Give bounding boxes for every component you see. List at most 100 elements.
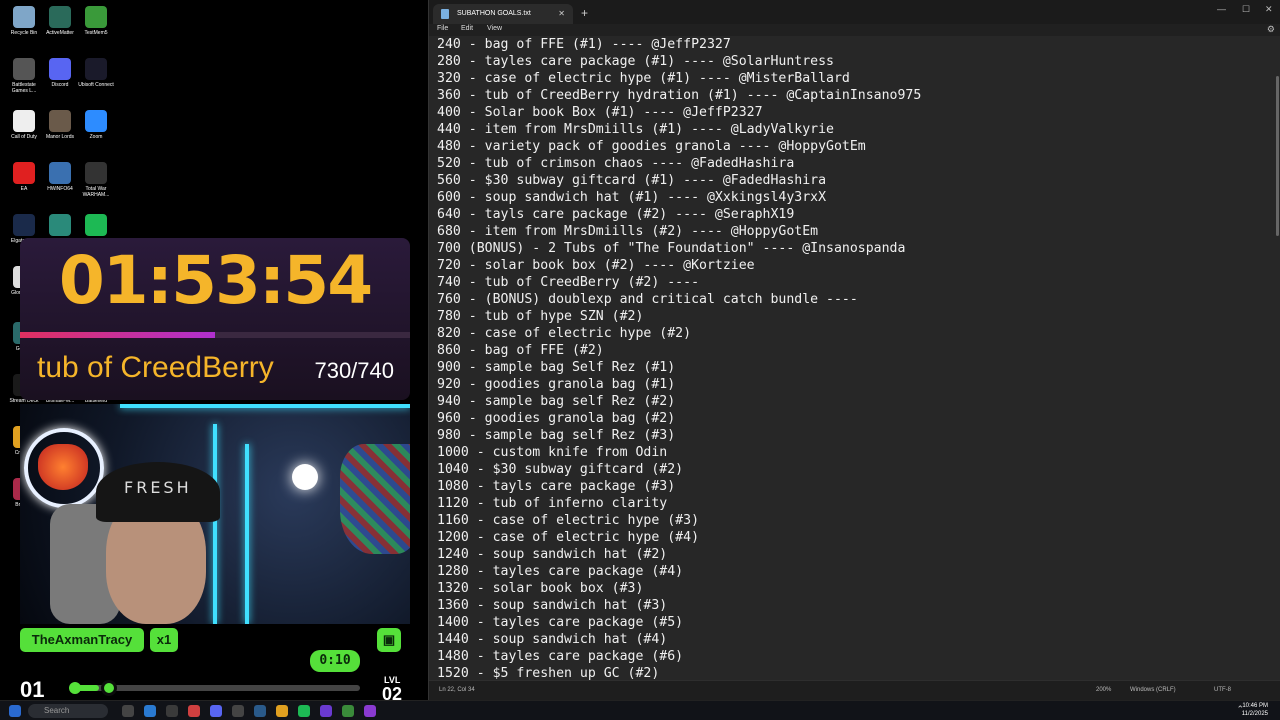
app-icon: [85, 58, 107, 80]
text-line: 1040 - $30 subway giftcard (#2): [437, 462, 684, 477]
desktop-icon-label: Ubisoft Connect: [78, 82, 114, 88]
desktop-icon[interactable]: Call of Duty: [4, 110, 44, 140]
desktop-icon-label: EA: [20, 186, 28, 192]
lamp: [292, 464, 318, 490]
taskbar-app[interactable]: [232, 705, 244, 717]
tab-close-icon[interactable]: ✕: [558, 4, 565, 24]
desktop-icon[interactable]: Discord: [40, 58, 80, 88]
clock[interactable]: 10:46 PM 11/2/2025: [1242, 702, 1268, 718]
desktop-icon-label: Battlestate Games L...: [11, 82, 37, 94]
text-line: 1320 - solar book box (#3): [437, 581, 644, 596]
text-line: 1000 - custom knife from Odin: [437, 445, 668, 460]
desktop-icon[interactable]: HWiNFO64: [40, 162, 80, 192]
text-line: 900 - sample bag Self Rez (#1): [437, 360, 676, 375]
taskbar-app[interactable]: [166, 705, 178, 717]
close-button[interactable]: ✕: [1265, 4, 1273, 15]
widget-timer: 0:10: [310, 650, 360, 672]
desktop-icon[interactable]: Battlestate Games L...: [4, 58, 44, 94]
menu-bar: File Edit View ⚙: [429, 24, 1280, 36]
taskbar-app[interactable]: [276, 705, 288, 717]
patch-wall: [340, 444, 410, 554]
title-bar: SUBATHON GOALS.txt ✕ + — ☐ ✕: [429, 0, 1280, 24]
username-tag: TheAxmanTracy: [20, 628, 144, 652]
level-progress: [69, 680, 360, 696]
goal-progress-fill: [20, 332, 215, 338]
taskbar: Search ⌃ 10:46 PM 11/2/2025: [0, 700, 1280, 720]
text-line: 1080 - tayls care package (#3): [437, 479, 676, 494]
text-line: 780 - tub of hype SZN (#2): [437, 309, 644, 324]
desktop-icon-label: HWiNFO64: [47, 186, 73, 192]
text-line: 320 - case of electric hype (#1) ---- @M…: [437, 71, 850, 86]
text-line: 600 - soup sandwich hat (#1) ---- @Xxkin…: [437, 190, 827, 205]
app-icon: [13, 58, 35, 80]
app-icon: [49, 162, 71, 184]
text-line: 1480 - tayles care package (#6): [437, 649, 684, 664]
menu-view[interactable]: View: [487, 25, 502, 32]
text-line: 680 - item from MrsDmiills (#2) ---- @Ho…: [437, 224, 819, 239]
desktop-icon[interactable]: ActiveMatter: [40, 6, 80, 36]
new-tab-button[interactable]: +: [581, 6, 588, 20]
text-line: 920 - goodies granola bag (#1): [437, 377, 676, 392]
phoenix-logo-icon: [38, 444, 88, 490]
neon-light: [120, 404, 410, 408]
desktop-icon[interactable]: Recycle Bin: [4, 6, 44, 36]
text-line: 720 - solar book box (#2) ---- @Kortziee: [437, 258, 755, 273]
text-line: 360 - tub of CreedBerry hydration (#1) -…: [437, 88, 922, 103]
text-line: 760 - (BONUS) doublexp and critical catc…: [437, 292, 858, 307]
taskbar-app[interactable]: [364, 705, 376, 717]
taskbar-search[interactable]: Search: [28, 704, 108, 718]
desktop-icon[interactable]: TestMem5: [76, 6, 116, 36]
menu-file[interactable]: File: [437, 25, 448, 32]
taskbar-app[interactable]: [210, 705, 222, 717]
taskbar-app[interactable]: [254, 705, 266, 717]
gear-icon[interactable]: ⚙: [1267, 24, 1275, 35]
notepad-window: SUBATHON GOALS.txt ✕ + — ☐ ✕ File Edit V…: [428, 0, 1280, 700]
app-icon: [49, 6, 71, 28]
level-start-dot: [69, 682, 81, 694]
menu-edit[interactable]: Edit: [461, 25, 473, 32]
desktop-icon-label: Discord: [51, 82, 69, 88]
app-icon: [49, 214, 71, 236]
text-line: 1360 - soup sandwich hat (#3): [437, 598, 668, 613]
taskbar-app[interactable]: [298, 705, 310, 717]
start-icon[interactable]: [9, 705, 21, 717]
taskbar-app[interactable]: [188, 705, 200, 717]
text-line: 1440 - soup sandwich hat (#4): [437, 632, 668, 647]
desktop-icon-label: TestMem5: [84, 30, 108, 36]
desktop-icon[interactable]: Total War WARHAM...: [76, 162, 116, 198]
scrollbar[interactable]: [1276, 76, 1279, 236]
taskbar-app[interactable]: [144, 705, 156, 717]
subathon-overlay: 01:53:54 tub of CreedBerry 730/740: [20, 238, 410, 400]
level-knob: [101, 680, 117, 696]
text-line: 280 - tayles care package (#1) ---- @Sol…: [437, 54, 834, 69]
desktop-icon-label: Total War WARHAM...: [82, 186, 110, 198]
text-line: 520 - tub of crimson chaos ---- @FadedHa…: [437, 156, 795, 171]
text-editor[interactable]: 240 - bag of FFE (#1) ---- @JeffP2327 280…: [429, 36, 1280, 680]
cursor-position: Ln 22, Col 34: [439, 687, 475, 693]
text-line: 1160 - case of electric hype (#3): [437, 513, 700, 528]
neon-light: [213, 424, 217, 624]
text-line: 400 - Solar book Box (#1) ---- @JeffP232…: [437, 105, 763, 120]
minimize-button[interactable]: —: [1217, 4, 1226, 14]
text-line: 980 - sample bag self Rez (#3): [437, 428, 676, 443]
goal-progress-bar: [20, 332, 410, 338]
app-icon: [13, 110, 35, 132]
maximize-button[interactable]: ☐: [1242, 4, 1250, 15]
taskbar-app[interactable]: [320, 705, 332, 717]
desktop-icon-label: ActiveMatter: [46, 30, 74, 36]
desktop-icon[interactable]: Zoom: [76, 110, 116, 140]
taskbar-app[interactable]: [342, 705, 354, 717]
desktop-icon-label: Zoom: [89, 134, 103, 140]
multiplier-tag: x1: [150, 628, 178, 652]
app-icon: [85, 6, 107, 28]
text-line: 820 - case of electric hype (#2): [437, 326, 692, 341]
desktop-icon[interactable]: Ubisoft Connect: [76, 58, 116, 88]
tab-subathon-goals[interactable]: SUBATHON GOALS.txt ✕: [433, 4, 573, 24]
taskbar-app[interactable]: [122, 705, 134, 717]
neon-light: [245, 444, 249, 624]
goal-count: 730/740: [314, 358, 394, 383]
desktop-icon[interactable]: EA: [4, 162, 44, 192]
desktop-icon[interactable]: Manor Lords: [40, 110, 80, 140]
text-line: 1120 - tub of inferno clarity: [437, 496, 668, 511]
desktop-icon[interactable]: [40, 214, 80, 238]
